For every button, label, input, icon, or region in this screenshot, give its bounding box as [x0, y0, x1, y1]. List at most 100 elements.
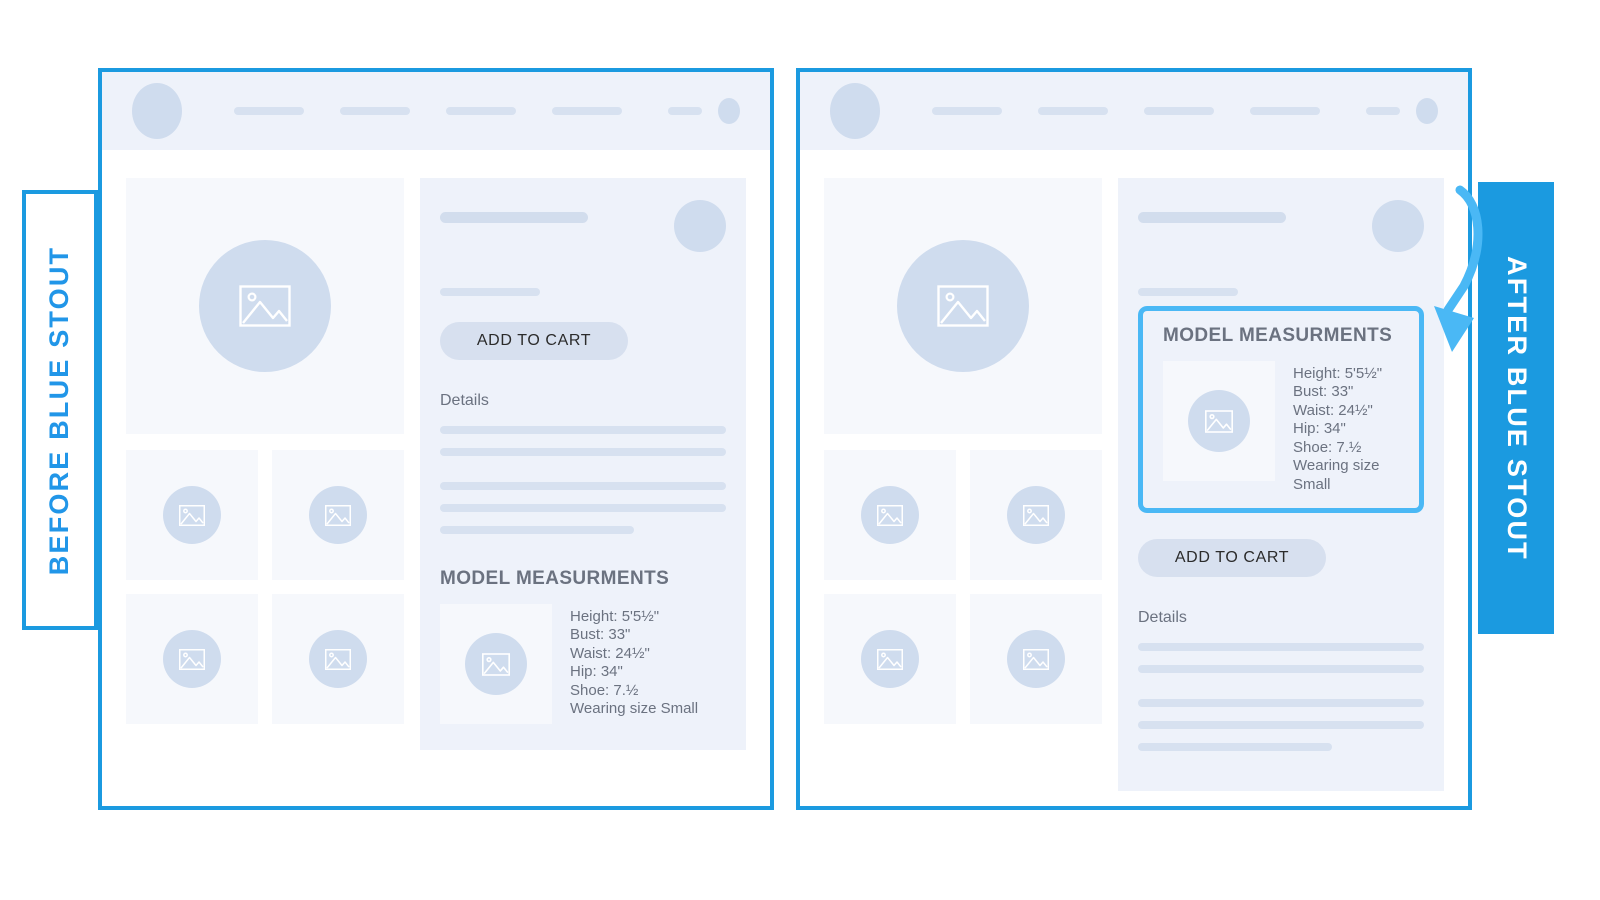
measurement-line: Waist: 24½" — [1293, 401, 1373, 419]
model-photo-placeholder[interactable] — [440, 604, 552, 724]
before-label-text: BEFORE BLUE STOUT — [44, 245, 75, 575]
site-header — [102, 72, 770, 150]
nav-item-placeholder[interactable] — [932, 107, 1002, 115]
skeleton-line — [440, 448, 726, 456]
measurement-line: Shoe: 7.½ — [570, 681, 639, 699]
header-utility-group — [1366, 98, 1438, 124]
measurement-line: Bust: 33" — [570, 626, 631, 644]
image-placeholder-icon — [179, 648, 205, 670]
skeleton-line — [440, 504, 726, 512]
nav-item-placeholder[interactable] — [552, 107, 622, 115]
details-text-group — [440, 426, 726, 456]
thumbnail-item[interactable] — [970, 594, 1102, 724]
nav-item-placeholder[interactable] — [234, 107, 304, 115]
skeleton-line — [440, 426, 726, 434]
model-photo-placeholder[interactable] — [1163, 361, 1275, 481]
thumbnail-item[interactable] — [970, 450, 1102, 580]
nav-item-placeholder[interactable] — [446, 107, 516, 115]
header-utility-link-placeholder[interactable] — [668, 107, 702, 115]
add-to-cart-button[interactable]: ADD TO CART — [1138, 539, 1326, 578]
product-gallery — [824, 178, 1102, 724]
site-nav — [234, 107, 622, 115]
image-placeholder-circle — [1007, 630, 1065, 688]
thumbnail-item[interactable] — [126, 594, 258, 724]
product-hero-image[interactable] — [126, 178, 404, 434]
measurement-line: Wearing size Small — [570, 700, 699, 718]
product-page-body: MODEL MEASURMENTS Height: 5'5½" Bust: 33… — [800, 150, 1468, 819]
before-label-badge: BEFORE BLUE STOUT — [22, 190, 98, 630]
model-measurements-title: MODEL MEASURMENTS — [440, 568, 670, 589]
image-placeholder-circle — [465, 633, 527, 695]
add-to-cart-button[interactable]: ADD TO CART — [440, 322, 628, 360]
site-logo-placeholder[interactable] — [132, 83, 182, 139]
image-placeholder-icon — [1023, 648, 1049, 670]
image-placeholder-circle — [309, 630, 367, 688]
skeleton-line — [440, 482, 726, 490]
model-measurements-section: MODEL MEASURMENTS Height: 5'5½" Bust: 33… — [440, 568, 726, 724]
measurement-line: Waist: 24½" — [570, 644, 650, 662]
model-measurements-section-highlighted: MODEL MEASURMENTS Height: 5'5½" Bust: 33… — [1138, 306, 1424, 514]
product-info-panel: MODEL MEASURMENTS Height: 5'5½" Bust: 33… — [1118, 178, 1444, 792]
product-hero-image[interactable] — [824, 178, 1102, 434]
measurement-line: Height: 5'5½" — [1293, 365, 1383, 382]
details-heading: Details — [440, 392, 489, 409]
site-logo-placeholder[interactable] — [830, 83, 880, 139]
details-text-group — [440, 482, 726, 534]
measurement-line: Shoe: 7.½ — [1293, 438, 1362, 456]
image-placeholder-icon — [877, 504, 903, 526]
thumbnail-item[interactable] — [824, 594, 956, 724]
image-placeholder-circle — [861, 630, 919, 688]
header-utility-group — [668, 98, 740, 124]
thumbnail-grid — [126, 450, 404, 724]
image-placeholder-circle — [861, 486, 919, 544]
product-badge-placeholder[interactable] — [1372, 200, 1424, 252]
site-header — [800, 72, 1468, 150]
skeleton-line — [1138, 721, 1424, 730]
image-placeholder-icon — [1023, 504, 1049, 526]
image-placeholder-circle — [163, 486, 221, 544]
thumbnail-item[interactable] — [126, 450, 258, 580]
image-placeholder-icon — [937, 285, 989, 327]
nav-item-placeholder[interactable] — [1250, 107, 1320, 115]
model-measurements-list: Height: 5'5½" Bust: 33" Waist: 24½" Hip:… — [1293, 361, 1403, 494]
details-text-group — [1138, 643, 1424, 674]
product-price-placeholder — [1138, 288, 1238, 296]
skeleton-line — [440, 526, 635, 534]
details-text-group — [1138, 699, 1424, 752]
before-browser-window: ADD TO CART Details MODEL MEASURMENTS He… — [98, 68, 774, 810]
account-avatar-placeholder[interactable] — [1416, 98, 1438, 124]
model-measurements-list: Height: 5'5½" Bust: 33" Waist: 24½" Hip:… — [570, 604, 698, 724]
model-measurements-title: MODEL MEASURMENTS — [1163, 325, 1393, 346]
skeleton-line — [1138, 665, 1424, 674]
thumbnail-item[interactable] — [824, 450, 956, 580]
details-heading: Details — [1138, 609, 1187, 627]
product-gallery — [126, 178, 404, 724]
skeleton-line — [1138, 643, 1424, 652]
model-measurements-body: Height: 5'5½" Bust: 33" Waist: 24½" Hip:… — [440, 604, 726, 724]
nav-item-placeholder[interactable] — [1144, 107, 1214, 115]
image-placeholder-circle — [1188, 390, 1250, 452]
product-page-body: ADD TO CART Details MODEL MEASURMENTS He… — [102, 150, 770, 778]
image-placeholder-circle — [897, 240, 1029, 372]
skeleton-line — [1138, 743, 1333, 752]
measurement-line: Height: 5'5½" — [570, 608, 660, 625]
header-utility-link-placeholder[interactable] — [1366, 107, 1400, 115]
account-avatar-placeholder[interactable] — [718, 98, 740, 124]
product-badge-placeholder[interactable] — [674, 200, 726, 252]
image-placeholder-circle — [309, 486, 367, 544]
thumbnail-item[interactable] — [272, 594, 404, 724]
comparison-stage: BEFORE BLUE STOUT AFTER BLUE STOUT ADD T… — [0, 0, 1600, 900]
image-placeholder-circle — [1007, 486, 1065, 544]
image-placeholder-icon — [239, 285, 291, 327]
after-browser-window: MODEL MEASURMENTS Height: 5'5½" Bust: 33… — [796, 68, 1472, 810]
model-measurements-body: Height: 5'5½" Bust: 33" Waist: 24½" Hip:… — [1163, 361, 1403, 494]
nav-item-placeholder[interactable] — [340, 107, 410, 115]
measurement-line: Wearing size Small — [1293, 457, 1380, 493]
product-title-placeholder — [440, 212, 588, 223]
nav-item-placeholder[interactable] — [1038, 107, 1108, 115]
product-title-row — [440, 200, 726, 252]
thumbnail-item[interactable] — [272, 450, 404, 580]
product-title-row — [1138, 200, 1424, 252]
image-placeholder-icon — [325, 648, 351, 670]
measurement-line: Bust: 33" — [1293, 383, 1354, 401]
